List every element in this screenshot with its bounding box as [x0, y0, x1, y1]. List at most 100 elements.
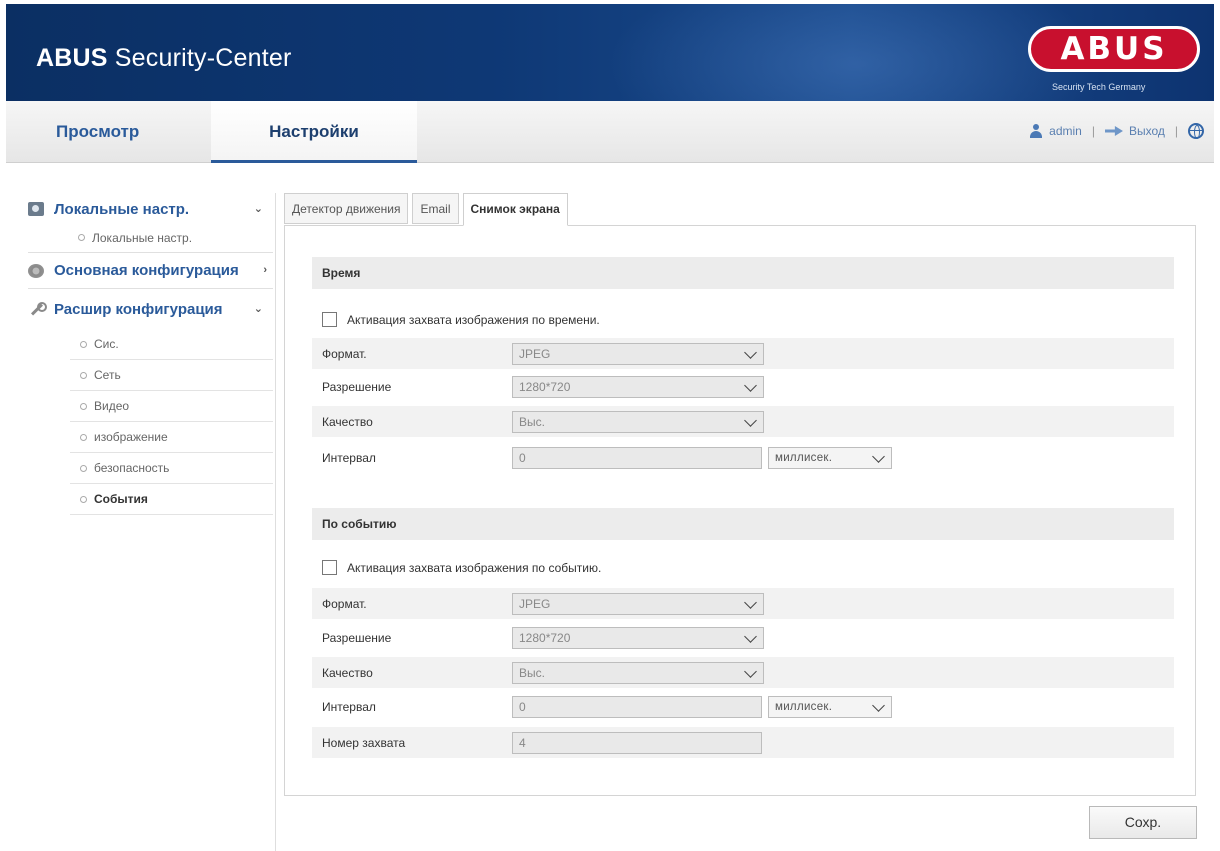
separator: |	[1174, 124, 1178, 138]
capture-number-input[interactable]: 4	[512, 731, 762, 754]
section-event-header: По событию	[312, 508, 1174, 540]
sidebar-item-image[interactable]: изображение	[70, 422, 273, 453]
field-label: Формат.	[322, 346, 367, 361]
field-label: Разрешение	[322, 630, 392, 645]
sidebar-advanced-config[interactable]: Расшир конфигурация ⌄	[28, 289, 273, 329]
sidebar-item-label: Сис.	[94, 337, 119, 351]
tab-motion-detection[interactable]: Детектор движения	[284, 193, 409, 224]
sidebar-item-video[interactable]: Видео	[70, 391, 273, 422]
time-resolution-row: Разрешение 1280*720	[312, 371, 1174, 402]
chevron-down-icon: ⌄	[253, 303, 263, 315]
event-resolution-select[interactable]: 1280*720	[512, 626, 764, 649]
time-interval-input[interactable]: 0	[512, 446, 762, 469]
chevron-down-icon	[744, 345, 757, 359]
logo-tagline: Security Tech Germany	[1052, 82, 1146, 92]
event-capture-number-row: Номер захвата 4	[312, 727, 1174, 758]
event-interval-unit-select[interactable]: миллисек.	[768, 695, 892, 718]
event-quality-row: Качество Выс.	[312, 657, 1174, 688]
bullet-icon	[80, 495, 87, 503]
field-label: Качество	[322, 414, 373, 429]
time-interval-row: Интервал 0 миллисек.	[312, 442, 1174, 473]
wrench-icon	[28, 302, 47, 316]
chevron-down-icon	[744, 664, 757, 678]
sidebar: Локальные настр. ⌄ Локальные настр. Осно…	[28, 195, 273, 515]
event-interval-input[interactable]: 0	[512, 695, 762, 718]
sidebar-cat-label: Локальные настр.	[54, 200, 190, 218]
gear-icon	[28, 263, 44, 278]
chevron-down-icon: ⌄	[253, 203, 263, 215]
select-value: JPEG	[519, 596, 551, 611]
bullet-icon	[80, 340, 87, 348]
event-interval-row: Интервал 0 миллисек.	[312, 691, 1174, 722]
sidebar-item-label: События	[94, 492, 148, 506]
chevron-down-icon	[744, 378, 757, 392]
bullet-icon	[80, 402, 87, 410]
tab-settings[interactable]: Настройки	[211, 101, 417, 163]
separator: |	[1091, 124, 1095, 138]
time-quality-row: Качество Выс.	[312, 406, 1174, 437]
abus-logo: ABUS	[1028, 26, 1200, 72]
sidebar-item-label: изображение	[94, 430, 168, 444]
sidebar-item-security[interactable]: безопасность	[70, 453, 273, 484]
main-nav: Просмотр Настройки admin | Выход |	[6, 101, 1214, 163]
bullet-icon	[80, 371, 87, 379]
field-label: Номер захвата	[322, 735, 406, 750]
chevron-down-icon	[872, 449, 885, 463]
event-format-select[interactable]: JPEG	[512, 592, 764, 615]
sidebar-item-label: Сеть	[94, 368, 121, 382]
sidebar-local-settings[interactable]: Локальные настр. ⌄	[28, 195, 273, 223]
save-button[interactable]: Сохр.	[1089, 806, 1197, 839]
select-value: Выс.	[519, 414, 545, 429]
app-title-brand: ABUS	[36, 44, 108, 72]
sidebar-item-local-settings[interactable]: Локальные настр.	[28, 223, 273, 253]
select-value: 1280*720	[519, 630, 571, 645]
logout-icon	[1104, 126, 1123, 136]
time-interval-unit-select[interactable]: миллисек.	[768, 446, 892, 469]
sidebar-divider	[275, 193, 276, 851]
select-value: JPEG	[519, 346, 551, 361]
tab-live-view[interactable]: Просмотр	[56, 101, 139, 163]
bullet-icon	[80, 433, 87, 441]
sidebar-item-network[interactable]: Сеть	[70, 360, 273, 391]
time-format-select[interactable]: JPEG	[512, 342, 764, 365]
sidebar-item-events[interactable]: События	[70, 484, 273, 515]
event-capture-checkbox[interactable]	[322, 560, 337, 575]
username-link[interactable]: admin	[1049, 124, 1082, 138]
sidebar-item-label: Видео	[94, 399, 130, 413]
field-label: Интервал	[322, 699, 376, 714]
time-capture-checkbox[interactable]	[322, 312, 337, 327]
event-capture-checkbox-row: Активация захвата изображения по событию…	[322, 560, 601, 575]
time-format-row: Формат. JPEG	[312, 338, 1174, 369]
time-resolution-select[interactable]: 1280*720	[512, 375, 764, 398]
globe-icon[interactable]	[1188, 123, 1204, 139]
time-capture-checkbox-row: Активация захвата изображения по времени…	[322, 312, 600, 327]
sidebar-item-label: безопасность	[94, 461, 170, 475]
tab-snapshot[interactable]: Снимок экрана	[462, 193, 568, 226]
sidebar-cat-label: Основная конфигурация	[54, 262, 239, 279]
chevron-down-icon	[744, 629, 757, 643]
advanced-submenu: Сис. Сеть Видео изображение безопасность…	[70, 329, 273, 515]
checkbox-label: Активация захвата изображения по событию…	[347, 560, 602, 575]
bullet-icon	[80, 464, 87, 472]
checkbox-label: Активация захвата изображения по времени…	[347, 312, 600, 327]
time-quality-select[interactable]: Выс.	[512, 410, 764, 433]
event-quality-select[interactable]: Выс.	[512, 661, 764, 684]
sidebar-item-system[interactable]: Сис.	[70, 329, 273, 360]
user-icon	[1029, 124, 1043, 138]
app-title-text: Security-Center	[114, 44, 292, 72]
select-value: миллисек.	[775, 700, 833, 713]
user-area: admin | Выход |	[1029, 123, 1204, 139]
snapshot-settings-panel: Время Активация захвата изображения по в…	[284, 225, 1196, 796]
logout-link[interactable]: Выход	[1129, 124, 1165, 138]
field-label: Разрешение	[322, 379, 392, 394]
field-label: Формат.	[322, 596, 367, 611]
sidebar-item-label: Локальные настр.	[92, 230, 193, 245]
select-value: Выс.	[519, 665, 545, 680]
sidebar-cat-label: Расшир конфигурация	[54, 300, 223, 318]
event-format-row: Формат. JPEG	[312, 588, 1174, 619]
chevron-down-icon	[744, 595, 757, 609]
section-time-header: Время	[312, 257, 1174, 289]
sidebar-basic-config[interactable]: Основная конфигурация ›	[28, 253, 273, 289]
subtab-bar: Детектор движения Email Снимок экрана	[284, 193, 572, 226]
tab-email[interactable]: Email	[412, 193, 459, 224]
